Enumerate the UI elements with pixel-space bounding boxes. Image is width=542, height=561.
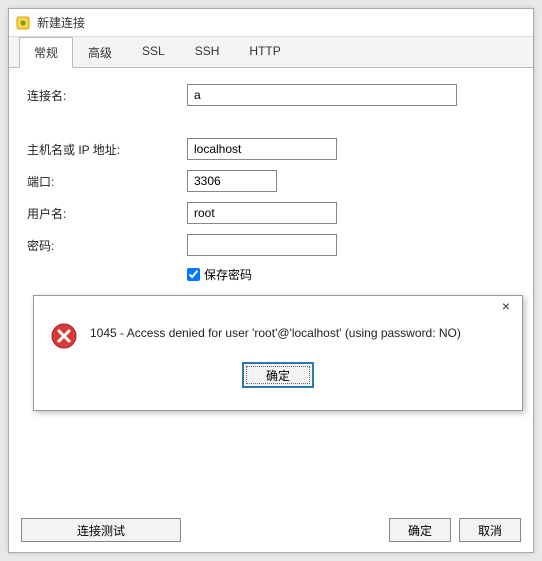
tab-ssl[interactable]: SSL bbox=[127, 37, 180, 68]
error-dialog: × 1045 - Access denied for user 'root'@'… bbox=[33, 295, 523, 411]
titlebar: 新建连接 bbox=[9, 9, 533, 37]
form-area: 连接名: 主机名或 IP 地址: 端口: 用户名: 密码: 保存密码 bbox=[9, 68, 533, 299]
save-password-checkbox[interactable] bbox=[187, 268, 200, 281]
port-input[interactable] bbox=[187, 170, 277, 192]
password-input[interactable] bbox=[187, 234, 337, 256]
new-connection-window: 新建连接 常规 高级 SSL SSH HTTP 连接名: 主机名或 IP 地址:… bbox=[8, 8, 534, 553]
error-icon bbox=[50, 322, 78, 350]
conn-name-label: 连接名: bbox=[27, 87, 187, 104]
window-title: 新建连接 bbox=[37, 14, 85, 31]
tab-http[interactable]: HTTP bbox=[234, 37, 295, 68]
port-label: 端口: bbox=[27, 173, 187, 190]
tab-ssh[interactable]: SSH bbox=[180, 37, 235, 68]
dialog-ok-button[interactable]: 确定 bbox=[242, 362, 314, 388]
password-label: 密码: bbox=[27, 237, 187, 254]
host-label: 主机名或 IP 地址: bbox=[27, 141, 187, 158]
test-connection-button[interactable]: 连接测试 bbox=[21, 518, 181, 542]
tab-advanced[interactable]: 高级 bbox=[73, 37, 127, 68]
tabs: 常规 高级 SSL SSH HTTP bbox=[9, 37, 533, 68]
conn-name-input[interactable] bbox=[187, 84, 457, 106]
app-icon bbox=[15, 15, 31, 31]
ok-button[interactable]: 确定 bbox=[389, 518, 451, 542]
host-input[interactable] bbox=[187, 138, 337, 160]
user-input[interactable] bbox=[187, 202, 337, 224]
bottom-bar: 连接测试 确定 取消 bbox=[21, 518, 521, 542]
cancel-button[interactable]: 取消 bbox=[459, 518, 521, 542]
user-label: 用户名: bbox=[27, 205, 187, 222]
dialog-titlebar: × bbox=[34, 296, 522, 318]
close-icon[interactable]: × bbox=[496, 298, 516, 316]
error-message: 1045 - Access denied for user 'root'@'lo… bbox=[90, 322, 461, 340]
tab-general[interactable]: 常规 bbox=[19, 37, 73, 68]
save-password-label: 保存密码 bbox=[204, 266, 252, 283]
